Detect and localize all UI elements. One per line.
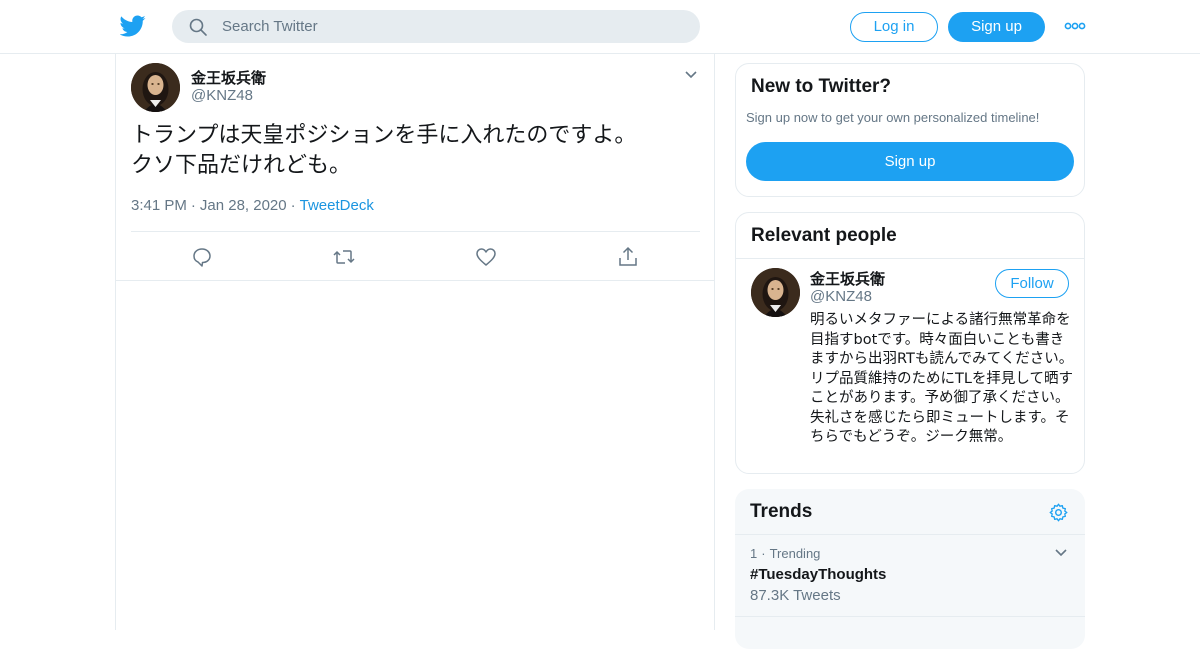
- card-title: New to Twitter?: [751, 76, 892, 97]
- tweet-author-handle[interactable]: @KNZ48: [191, 87, 253, 104]
- login-button[interactable]: Log in: [850, 12, 938, 42]
- gear-icon[interactable]: [1048, 502, 1069, 523]
- tweet-source-link[interactable]: TweetDeck: [300, 197, 374, 214]
- tweet-actions: [116, 241, 714, 271]
- search-bar[interactable]: [172, 10, 700, 43]
- sidebar-signup-button[interactable]: Sign up: [746, 142, 1074, 181]
- divider: [131, 231, 700, 232]
- chevron-down-icon[interactable]: [1054, 546, 1068, 560]
- divider: [735, 616, 1085, 617]
- follow-button[interactable]: Follow: [995, 269, 1069, 298]
- search-input[interactable]: [222, 10, 682, 43]
- chevron-down-icon[interactable]: [684, 68, 698, 82]
- tweet-time[interactable]: 3:41 PM: [131, 197, 187, 214]
- tweet[interactable]: 金王坂兵衛 @KNZ48 トランプは天皇ポジションを手に入れたのですよ。 クソ下…: [116, 54, 714, 281]
- card-title: Trends: [750, 501, 813, 522]
- card-subtitle: Sign up now to get your own personalized…: [746, 110, 1040, 125]
- separator-dot: ·: [290, 197, 296, 214]
- tweet-text: トランプは天皇ポジションを手に入れたのですよ。 クソ下品だけれども。: [131, 123, 637, 178]
- person-handle[interactable]: @KNZ48: [810, 288, 872, 305]
- avatar[interactable]: [131, 63, 180, 112]
- twitter-bird-icon[interactable]: [120, 13, 146, 39]
- relevant-people-card: Relevant people 金王坂兵衛 @KNZ48 Follow 明るいメ…: [735, 212, 1085, 474]
- signup-button[interactable]: Sign up: [948, 12, 1045, 42]
- divider: [735, 534, 1085, 535]
- trend-tweet-count: 87.3K Tweets: [750, 587, 841, 604]
- trend-meta: 1 · Trending: [750, 546, 820, 561]
- avatar-portrait-image: [751, 268, 800, 317]
- trends-card: Trends 1 · Trending #TuesdayThoughts 87.3K…: [735, 489, 1085, 649]
- more-dots-icon[interactable]: [1064, 20, 1086, 32]
- reply-icon[interactable]: [190, 245, 214, 269]
- trend-rank: 1: [750, 546, 758, 561]
- like-icon[interactable]: [474, 245, 498, 269]
- person-name[interactable]: 金王坂兵衛: [810, 268, 885, 289]
- trend-context: Trending: [769, 546, 821, 561]
- separator-dot: ·: [761, 546, 766, 561]
- main-timeline-column: 金王坂兵衛 @KNZ48 トランプは天皇ポジションを手に入れたのですよ。 クソ下…: [115, 54, 715, 630]
- divider: [736, 258, 1084, 259]
- new-to-twitter-card: New to Twitter? Sign up now to get your …: [735, 63, 1085, 197]
- avatar-portrait-image: [131, 63, 180, 112]
- search-icon: [189, 18, 207, 36]
- tweet-author-name[interactable]: 金王坂兵衛: [191, 67, 266, 88]
- retweet-icon[interactable]: [332, 245, 356, 269]
- person-bio: 明るいメタファーによる諸行無常革命を目指すbotです。時々面白いことも書きますか…: [810, 312, 1074, 445]
- trend-name[interactable]: #TuesdayThoughts: [750, 566, 886, 583]
- tweet-date[interactable]: Jan 28, 2020: [200, 197, 287, 214]
- share-icon[interactable]: [616, 245, 640, 269]
- card-title: Relevant people: [751, 225, 897, 246]
- tweet-meta: 3:41 PM · Jan 28, 2020 · TweetDeck: [131, 197, 374, 214]
- top-navigation-bar: Log in Sign up: [0, 0, 1200, 54]
- separator-dot: ·: [190, 197, 196, 214]
- avatar[interactable]: [751, 268, 800, 317]
